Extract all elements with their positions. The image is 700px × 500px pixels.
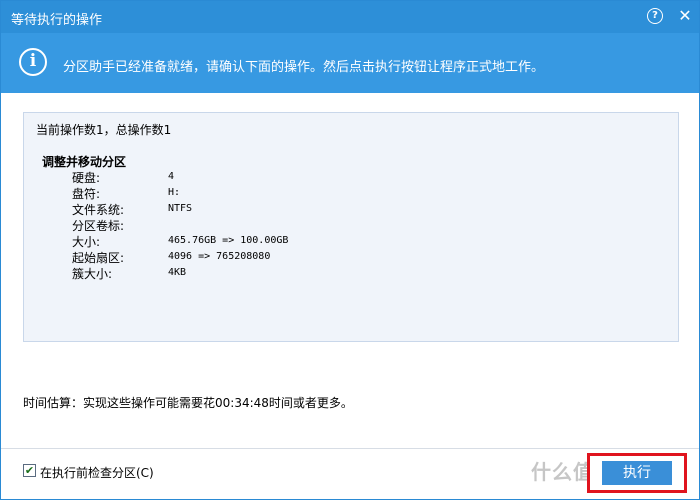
info-icon: i bbox=[19, 48, 47, 76]
execute-button[interactable]: 执行 bbox=[602, 461, 672, 485]
operation-title: 调整并移动分区 bbox=[42, 155, 127, 169]
time-estimate: 时间估算：实现这些操作可能需要花00:34:48时间或者更多。 bbox=[23, 396, 353, 410]
disk-label: 硬盘: bbox=[72, 171, 101, 185]
file-system-label: 文件系统: bbox=[72, 203, 125, 217]
operations-panel: 当前操作数1，总操作数1 调整并移动分区 硬盘: 4 盘符: H: 文件系统: … bbox=[23, 112, 679, 342]
check-before-label[interactable]: 在执行前检查分区(C) bbox=[40, 464, 154, 481]
title-bar: 等待执行的操作 ? ✕ bbox=[1, 1, 699, 33]
pending-operations-dialog: 等待执行的操作 ? ✕ i 分区助手已经准备就绪，请确认下面的操作。然后点击执行… bbox=[0, 0, 700, 500]
start-sector-value: 4096 => 765208080 bbox=[168, 251, 271, 262]
operation-count: 当前操作数1，总操作数1 bbox=[36, 123, 172, 137]
banner-message: 分区助手已经准备就绪，请确认下面的操作。然后点击执行按钮让程序正式地工作。 bbox=[63, 60, 545, 75]
window-title: 等待执行的操作 bbox=[11, 13, 103, 28]
help-icon[interactable]: ? bbox=[647, 8, 663, 24]
size-label: 大小: bbox=[72, 235, 101, 249]
start-sector-label: 起始扇区: bbox=[72, 251, 125, 265]
size-value: 465.76GB => 100.00GB bbox=[168, 235, 289, 246]
info-banner: i 分区助手已经准备就绪，请确认下面的操作。然后点击执行按钮让程序正式地工作。 bbox=[1, 33, 699, 93]
check-before-checkbox[interactable]: ✔ bbox=[23, 464, 36, 477]
disk-value: 4 bbox=[168, 171, 175, 182]
cluster-size-value: 4KB bbox=[168, 267, 187, 278]
file-system-value: NTFS bbox=[168, 203, 193, 214]
drive-letter-value: H: bbox=[168, 187, 181, 198]
footer-divider bbox=[1, 448, 699, 449]
drive-letter-label: 盘符: bbox=[72, 187, 101, 201]
volume-label-label: 分区卷标: bbox=[72, 219, 125, 233]
close-icon[interactable]: ✕ bbox=[675, 5, 695, 27]
execute-button-highlight: 执行 bbox=[587, 453, 687, 493]
cluster-size-label: 簇大小: bbox=[72, 267, 113, 281]
